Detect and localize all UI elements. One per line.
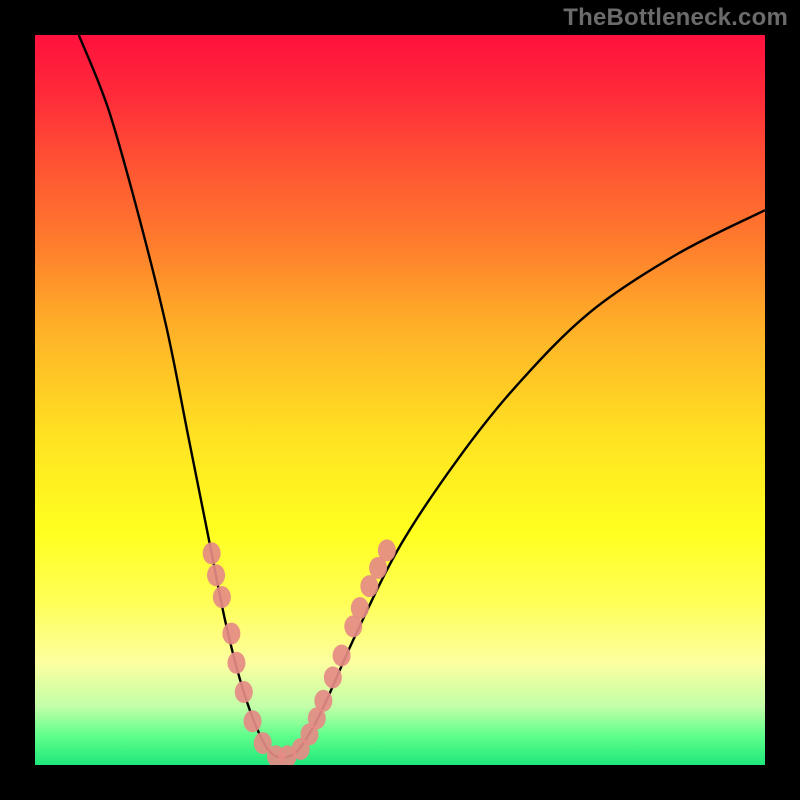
data-marker bbox=[227, 652, 245, 674]
markers-right-group bbox=[292, 539, 396, 760]
data-marker bbox=[333, 645, 351, 667]
data-marker bbox=[324, 666, 342, 688]
data-marker bbox=[351, 597, 369, 619]
chart-svg bbox=[35, 35, 765, 765]
data-marker bbox=[235, 681, 253, 703]
data-marker bbox=[378, 539, 396, 561]
bottleneck-curve bbox=[79, 35, 765, 758]
data-marker bbox=[314, 690, 332, 712]
data-marker bbox=[203, 542, 221, 564]
data-marker bbox=[244, 710, 262, 732]
data-marker bbox=[213, 586, 231, 608]
plot-area bbox=[35, 35, 765, 765]
data-marker bbox=[222, 623, 240, 645]
markers-left-group bbox=[203, 542, 297, 765]
chart-frame: TheBottleneck.com bbox=[0, 0, 800, 800]
watermark-text: TheBottleneck.com bbox=[563, 4, 788, 32]
data-marker bbox=[207, 564, 225, 586]
